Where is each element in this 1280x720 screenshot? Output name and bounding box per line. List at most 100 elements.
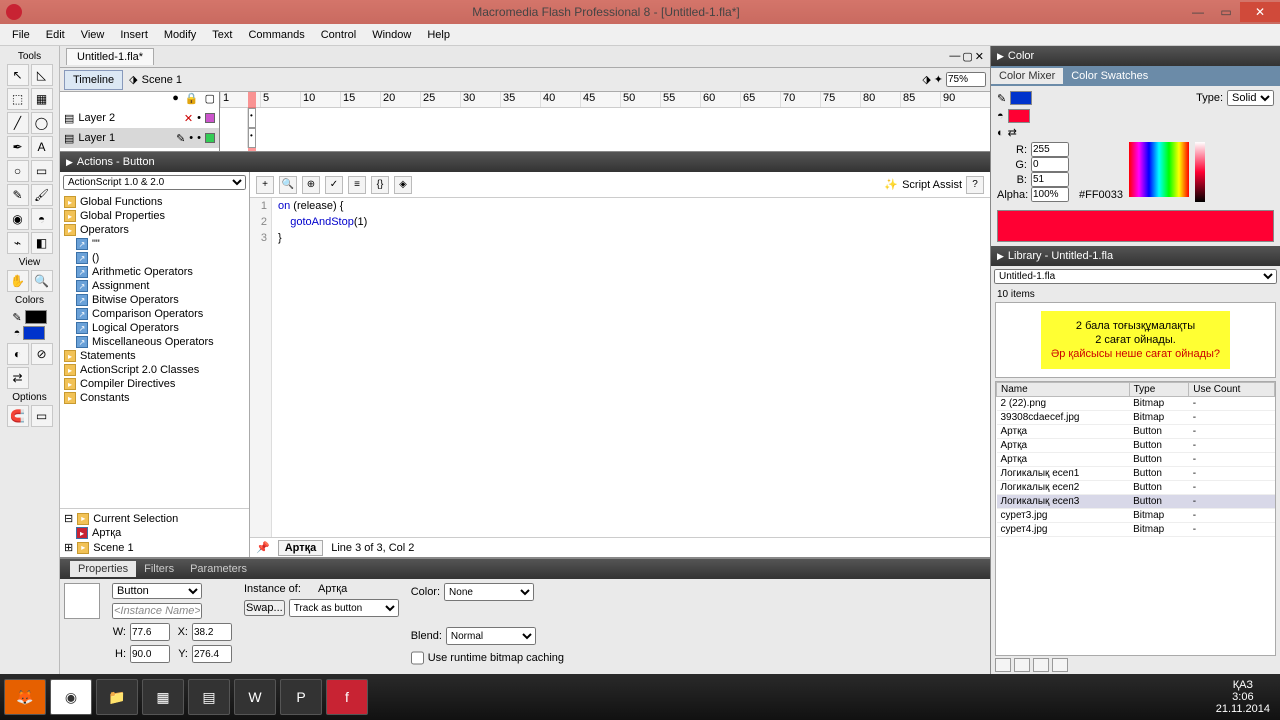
eye-icon[interactable]: ●	[172, 92, 179, 108]
layer-dot[interactable]: •	[197, 132, 201, 144]
selection-tool[interactable]: ↖	[7, 64, 29, 86]
library-table[interactable]: NameTypeUse Count 2 (22).pngBitmap-39308…	[995, 381, 1276, 656]
track-select[interactable]: Track as button	[289, 599, 399, 617]
color-effect-select[interactable]: None	[444, 583, 534, 601]
layer-color[interactable]	[205, 133, 215, 143]
code-editor[interactable]: 123 on (release) { gotoAndStop(1) }	[250, 198, 990, 537]
r-input[interactable]	[1031, 142, 1069, 157]
script-assist-button[interactable]: Script Assist	[902, 179, 962, 191]
taskbar-explorer[interactable]: 📁	[96, 679, 138, 715]
taskbar-word[interactable]: W	[234, 679, 276, 715]
library-row[interactable]: сурет3.jpgBitmap-	[997, 509, 1275, 523]
fill-color-swatch[interactable]	[1008, 109, 1030, 123]
pen-tool[interactable]: ✒	[7, 136, 29, 158]
layer-color[interactable]	[205, 113, 215, 123]
target-button[interactable]: ⊕	[302, 176, 320, 194]
fill-swatch[interactable]	[23, 326, 45, 340]
blend-select[interactable]: Normal	[446, 627, 536, 645]
library-row[interactable]: АртқаButton-	[997, 425, 1275, 439]
properties-button[interactable]	[1033, 658, 1049, 672]
lasso-tool[interactable]: ◯	[31, 112, 53, 134]
rect-tool[interactable]: ▭	[31, 160, 53, 182]
doc-max-icon[interactable]: ▢	[962, 50, 972, 63]
menu-window[interactable]: Window	[364, 27, 419, 43]
subselect-tool[interactable]: ◺	[31, 64, 53, 86]
frame-ruler[interactable]: 151015202530354045505560657075808590	[220, 92, 990, 108]
edit-scene-icon[interactable]: ⬗	[922, 73, 930, 86]
layer-pencil-icon[interactable]: ✎	[176, 132, 185, 145]
color-picker[interactable]	[1129, 142, 1189, 197]
brightness-slider[interactable]	[1195, 142, 1205, 202]
library-doc-select[interactable]: Untitled-1.fla	[994, 269, 1277, 284]
pencil-tool[interactable]: ✎	[7, 184, 29, 206]
taskbar-flash[interactable]: f	[326, 679, 368, 715]
check-button[interactable]: ✓	[325, 176, 343, 194]
tab-color-mixer[interactable]: Color Mixer	[991, 68, 1063, 84]
menu-modify[interactable]: Modify	[156, 27, 204, 43]
library-row[interactable]: Логикалық есеп2Button-	[997, 481, 1275, 495]
instance-name-input[interactable]	[112, 603, 202, 619]
gradient-tool[interactable]: ▦	[31, 88, 53, 110]
doc-close-icon[interactable]: ✕	[975, 50, 984, 63]
timeline-button[interactable]: Timeline	[64, 70, 123, 90]
free-transform-tool[interactable]: ⬚	[7, 88, 29, 110]
taskbar-ppt[interactable]: P	[280, 679, 322, 715]
no-color-button[interactable]: ⊘	[31, 343, 53, 365]
actions-panel-header[interactable]: ▶ Actions - Button	[60, 152, 990, 172]
layer-name[interactable]: Layer 1	[78, 132, 115, 144]
color-panel-header[interactable]: ▶Color	[991, 46, 1280, 66]
bw-icon[interactable]: ◐	[997, 127, 1004, 139]
layer-toggle[interactable]: ✕	[184, 112, 193, 125]
library-panel-header[interactable]: ▶Library - Untitled-1.fla	[991, 246, 1280, 266]
menu-text[interactable]: Text	[204, 27, 240, 43]
menu-insert[interactable]: Insert	[112, 27, 156, 43]
b-input[interactable]	[1031, 172, 1069, 187]
x-input[interactable]	[192, 623, 232, 641]
stroke-color-swatch[interactable]	[1010, 91, 1032, 105]
layer-name[interactable]: Layer 2	[78, 112, 115, 124]
taskbar-app1[interactable]: ▦	[142, 679, 184, 715]
width-input[interactable]	[130, 623, 170, 641]
close-button[interactable]: ✕	[1240, 2, 1280, 22]
delete-button[interactable]	[1052, 658, 1068, 672]
layer-dot[interactable]: •	[189, 132, 193, 144]
keyframe[interactable]	[248, 128, 256, 148]
library-row[interactable]: 39308cdaecef.jpgBitmap-	[997, 411, 1275, 425]
black-white-button[interactable]: ◐	[7, 343, 29, 365]
tab-filters[interactable]: Filters	[136, 561, 182, 577]
fill-type-select[interactable]: Solid	[1227, 90, 1274, 106]
bitmap-cache-checkbox[interactable]	[411, 649, 424, 667]
menu-help[interactable]: Help	[419, 27, 458, 43]
new-folder-button[interactable]	[1014, 658, 1030, 672]
lock-icon[interactable]: 🔒	[185, 92, 199, 108]
code-pin-tab[interactable]: Артқа	[278, 540, 324, 556]
menu-control[interactable]: Control	[313, 27, 364, 43]
library-row[interactable]: Логикалық есеп3Button-	[997, 495, 1275, 509]
tray-lang[interactable]: ҚАЗ	[1216, 679, 1270, 691]
oval-tool[interactable]: ○	[7, 160, 29, 182]
library-row[interactable]: АртқаButton-	[997, 453, 1275, 467]
g-input[interactable]	[1031, 157, 1069, 172]
taskbar-chrome[interactable]: ◉	[50, 679, 92, 715]
library-row[interactable]: Логикалық есеп1Button-	[997, 467, 1275, 481]
new-symbol-button[interactable]	[995, 658, 1011, 672]
taskbar-firefox[interactable]: 🦊	[4, 679, 46, 715]
outline-icon[interactable]: ▢	[205, 92, 215, 108]
maximize-button[interactable]: ▭	[1212, 2, 1240, 22]
scene-name[interactable]: Scene 1	[142, 74, 182, 86]
brush-tool[interactable]: 🖌	[31, 184, 53, 206]
instance-type-select[interactable]: Button	[112, 583, 202, 599]
tab-parameters[interactable]: Parameters	[182, 561, 255, 577]
edit-symbol-icon[interactable]: ✦	[934, 73, 943, 86]
y-input[interactable]	[192, 645, 232, 663]
minimize-button[interactable]: —	[1184, 2, 1212, 22]
eyedropper-tool[interactable]: ⌁	[7, 232, 29, 254]
ink-tool[interactable]: ◉	[7, 208, 29, 230]
tab-properties[interactable]: Properties	[70, 561, 136, 577]
pin-icon[interactable]: 📌	[256, 541, 270, 554]
tab-color-swatches[interactable]: Color Swatches	[1063, 68, 1156, 84]
help-button[interactable]: ?	[966, 176, 984, 194]
menu-commands[interactable]: Commands	[240, 27, 312, 43]
keyframe[interactable]	[248, 108, 256, 128]
stroke-swatch[interactable]	[25, 310, 47, 324]
